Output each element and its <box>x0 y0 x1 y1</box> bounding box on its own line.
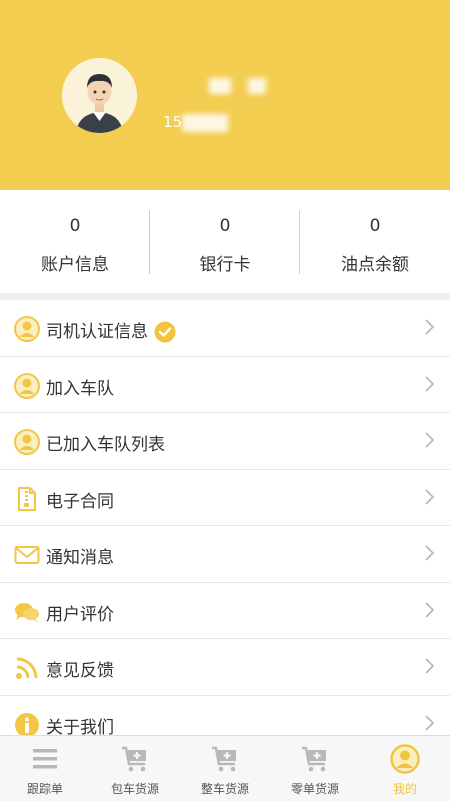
stat-value: 0 <box>369 216 381 236</box>
verified-check-icon <box>154 321 176 343</box>
stat-label: 银行卡 <box>199 255 251 275</box>
chat-bubbles-icon <box>15 602 39 622</box>
menu-item-label: 已加入车队列表 <box>46 435 165 455</box>
chevron-right-icon <box>425 545 434 561</box>
cart-plus-icon <box>302 746 326 772</box>
divider <box>149 210 150 274</box>
menu-item-join-fleet[interactable]: 加入车队 <box>0 357 450 413</box>
avatar-person-icon <box>62 58 137 133</box>
menu-item-label: 通知消息 <box>46 548 114 568</box>
user-circle-icon <box>14 316 40 342</box>
chevron-right-icon <box>425 319 434 335</box>
menu-item-label: 用户评价 <box>46 604 114 625</box>
stat-label: 账户信息 <box>41 255 109 275</box>
menu-item-feedback[interactable]: 意见反馈 <box>0 639 450 696</box>
chevron-right-icon <box>425 601 434 618</box>
name-redacted-block <box>248 78 266 94</box>
tab-label: 整车货源 <box>200 782 249 796</box>
menu-list: 司机认证信息 加入车队 已加入车队列表 电子合同 通知消息 用户评价 意见反馈 … <box>0 300 450 752</box>
menu-item-label: 加入车队 <box>46 378 114 399</box>
tab-charter-cargo[interactable]: 包车货源 <box>90 736 180 801</box>
stat-label: 油点余额 <box>341 255 409 275</box>
name-redacted-block <box>209 78 231 94</box>
tab-ltl-cargo[interactable]: 零单货源 <box>270 736 360 801</box>
account-stats: 0 账户信息 0 银行卡 0 油点余额 <box>0 190 450 293</box>
user-circle-icon <box>14 429 40 455</box>
profile-header: 15 <box>0 0 450 190</box>
rss-icon <box>16 657 38 679</box>
tab-full-truck-cargo[interactable]: 整车货源 <box>180 736 270 801</box>
bottom-tab-bar: 跟踪单 包车货源 整车货源 零单货源 我的 <box>0 735 450 801</box>
stat-fuel-balance[interactable]: 0 油点余额 <box>300 190 450 293</box>
stat-value: 0 <box>69 216 81 236</box>
stat-account-info[interactable]: 0 账户信息 <box>0 190 150 293</box>
cart-plus-icon <box>122 746 146 772</box>
menu-item-user-reviews[interactable]: 用户评价 <box>0 583 450 639</box>
menu-item-joined-fleets[interactable]: 已加入车队列表 <box>0 413 450 470</box>
tab-tracking[interactable]: 跟踪单 <box>0 736 90 801</box>
user-circle-icon <box>390 744 420 774</box>
chevron-right-icon <box>425 658 434 674</box>
menu-item-label: 司机认证信息 <box>46 322 148 342</box>
stat-value: 0 <box>219 216 231 236</box>
tab-mine[interactable]: 我的 <box>360 736 450 801</box>
tab-label: 包车货源 <box>110 782 159 796</box>
menu-item-driver-verification[interactable]: 司机认证信息 <box>0 300 450 357</box>
user-circle-icon <box>14 372 40 399</box>
avatar[interactable] <box>62 58 137 133</box>
list-icon <box>33 749 57 769</box>
menu-item-notifications[interactable]: 通知消息 <box>0 526 450 583</box>
chevron-right-icon <box>425 488 434 505</box>
tab-label: 零单货源 <box>290 782 339 796</box>
tab-label: 跟踪单 <box>26 782 63 796</box>
menu-item-label: 意见反馈 <box>46 661 114 681</box>
mail-icon <box>14 546 40 564</box>
phone-number: 15 <box>163 113 183 131</box>
chevron-right-icon <box>425 375 434 392</box>
section-divider <box>0 293 450 300</box>
stat-bank-card[interactable]: 0 银行卡 <box>150 190 300 293</box>
menu-item-label: 关于我们 <box>46 717 114 738</box>
tab-label: 我的 <box>392 782 417 796</box>
document-icon <box>18 486 36 511</box>
cart-plus-icon <box>212 746 236 772</box>
divider <box>299 210 300 274</box>
menu-item-e-contract[interactable]: 电子合同 <box>0 470 450 526</box>
menu-item-label: 电子合同 <box>46 491 114 512</box>
info-icon <box>15 712 39 737</box>
phone-redacted-block <box>182 114 228 132</box>
chevron-right-icon <box>425 432 434 448</box>
chevron-right-icon <box>425 714 434 731</box>
